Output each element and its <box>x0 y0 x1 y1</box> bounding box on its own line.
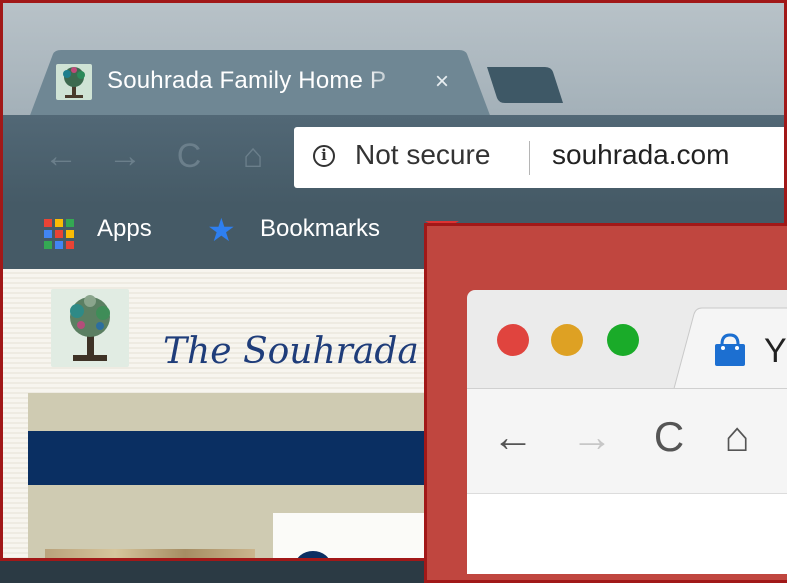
site-logo[interactable] <box>51 289 129 367</box>
site-title: The Souhrada F <box>163 331 456 372</box>
url-text[interactable]: souhrada.com <box>552 139 729 171</box>
navigation-band <box>28 431 448 485</box>
overlay-reload-button[interactable]: C <box>644 412 694 462</box>
content-panel <box>273 513 443 558</box>
close-window-button[interactable] <box>497 324 529 356</box>
forward-button[interactable]: → <box>105 136 145 176</box>
shopping-bag-icon <box>709 330 751 372</box>
tab-title-fade <box>363 63 418 103</box>
overlay-tab-title: Y <box>764 332 787 370</box>
photo-image <box>45 549 255 558</box>
overlay-home-button[interactable]: ⌂ <box>712 412 762 462</box>
bookmark-bookmarks[interactable]: Bookmarks <box>260 215 380 243</box>
overlay-forward-button[interactable]: → <box>567 412 617 462</box>
back-button[interactable]: ← <box>41 136 81 176</box>
tab-close-icon[interactable]: × <box>430 67 454 97</box>
info-icon[interactable]: i <box>313 145 335 167</box>
minimize-window-button[interactable] <box>551 324 583 356</box>
bookmark-apps[interactable]: Apps <box>97 215 152 243</box>
zoom-window-button[interactable] <box>607 324 639 356</box>
overlay-page-content <box>467 493 787 574</box>
home-button[interactable]: ⌂ <box>233 136 273 176</box>
tree-icon <box>56 64 92 100</box>
omnibox-divider <box>529 141 530 175</box>
tab-title: Souhrada Family Home P <box>107 67 387 94</box>
security-status[interactable]: Not secure <box>355 139 490 171</box>
reload-button[interactable]: C <box>169 136 209 176</box>
star-icon[interactable]: ★ <box>207 211 236 249</box>
new-tab-button[interactable] <box>487 67 563 103</box>
overlay-back-button[interactable]: ← <box>488 412 538 462</box>
apps-grid-icon[interactable] <box>44 219 74 249</box>
